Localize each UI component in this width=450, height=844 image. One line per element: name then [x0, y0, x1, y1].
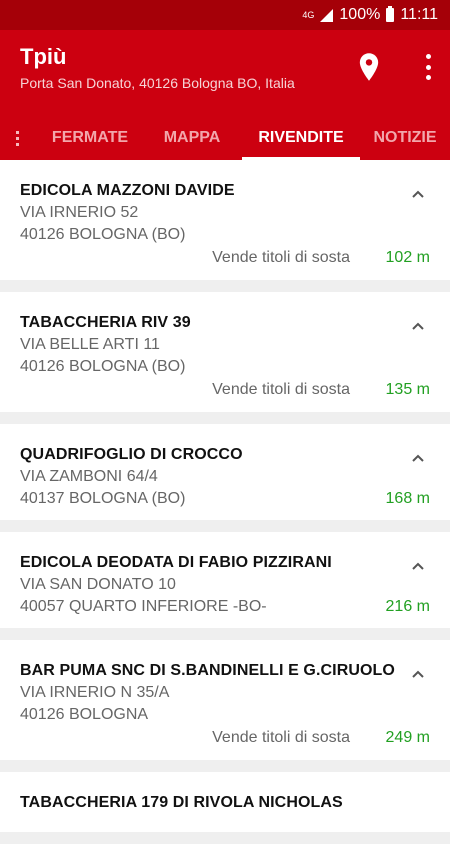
chevron-up-icon[interactable]: [412, 320, 424, 332]
list-item[interactable]: BAR PUMA SNC DI S.BANDINELLI E G.CIRUOLO…: [0, 640, 450, 760]
location-pin-icon[interactable]: [358, 52, 380, 82]
shop-distance: 249 m: [385, 729, 430, 746]
chevron-up-icon[interactable]: [412, 188, 424, 200]
tab-overflow-icon[interactable]: [0, 130, 26, 146]
shop-address: VIA IRNERIO 52: [20, 204, 139, 221]
shop-note: Vende titoli di sosta: [212, 729, 350, 746]
signal-icon: [320, 8, 334, 22]
shop-note: Vende titoli di sosta: [212, 381, 350, 398]
shop-address: VIA BELLE ARTI 11: [20, 336, 160, 353]
list-item[interactable]: TABACCHERIA 179 DI RIVOLA NICHOLAS: [0, 772, 450, 832]
shop-city: 40137 BOLOGNA (BO): [20, 490, 186, 507]
location-subtitle: Porta San Donato, 40126 Bologna BO, Ital…: [20, 75, 295, 91]
app-title: Tpiù: [20, 44, 67, 69]
shop-distance: 216 m: [385, 598, 430, 615]
shop-city: 40126 BOLOGNA (BO): [20, 226, 186, 243]
tab-notizie[interactable]: NOTIZIE: [360, 116, 450, 160]
shop-list: EDICOLA MAZZONI DAVIDE VIA IRNERIO 52 40…: [0, 160, 450, 844]
shop-address: VIA ZAMBONI 64/4: [20, 468, 158, 485]
more-options-icon[interactable]: [424, 54, 432, 80]
battery-percent: 100%: [339, 6, 381, 23]
shop-distance: 135 m: [385, 381, 430, 398]
shop-city: 40126 BOLOGNA: [20, 706, 149, 723]
status-bar: 4G 100% 11:11: [0, 0, 450, 30]
shop-address: VIA SAN DONATO 10: [20, 576, 176, 593]
shop-name: QUADRIFOGLIO DI CROCCO: [20, 446, 243, 463]
chevron-up-icon[interactable]: [412, 560, 424, 572]
clock: 11:11: [400, 6, 438, 23]
shop-address: VIA IRNERIO N 35/A: [20, 684, 170, 701]
chevron-up-icon[interactable]: [412, 668, 424, 680]
shop-name: EDICOLA MAZZONI DAVIDE: [20, 182, 235, 199]
shop-name: TABACCHERIA 179 DI RIVOLA NICHOLAS: [20, 794, 343, 811]
list-item[interactable]: QUADRIFOGLIO DI CROCCO VIA ZAMBONI 64/4 …: [0, 424, 450, 520]
battery-icon: [386, 6, 395, 22]
tab-mappa[interactable]: MAPPA: [142, 116, 242, 160]
shop-city: 40126 BOLOGNA (BO): [20, 358, 186, 375]
shop-distance: 168 m: [385, 490, 430, 507]
tab-rivendite[interactable]: RIVENDITE: [242, 116, 360, 160]
shop-distance: 102 m: [385, 249, 430, 266]
app-bar: Tpiù Porta San Donato, 40126 Bologna BO,…: [0, 30, 450, 160]
shop-note: Vende titoli di sosta: [212, 249, 350, 266]
shop-name: EDICOLA DEODATA DI FABIO PIZZIRANI: [20, 554, 332, 571]
shop-name: TABACCHERIA RIV 39: [20, 314, 191, 331]
chevron-up-icon[interactable]: [412, 452, 424, 464]
tab-fermate[interactable]: FERMATE: [38, 116, 142, 160]
list-item[interactable]: EDICOLA DEODATA DI FABIO PIZZIRANI VIA S…: [0, 532, 450, 628]
shop-city: 40057 QUARTO INFERIORE -BO-: [20, 598, 267, 615]
network-indicator: 4G: [302, 10, 315, 20]
tab-bar: FERMATE MAPPA RIVENDITE NOTIZIE: [0, 116, 450, 160]
list-item[interactable]: TABACCHERIA RIV 39 VIA BELLE ARTI 11 401…: [0, 292, 450, 412]
shop-name: BAR PUMA SNC DI S.BANDINELLI E G.CIRUOLO: [20, 662, 395, 679]
list-item[interactable]: EDICOLA MAZZONI DAVIDE VIA IRNERIO 52 40…: [0, 160, 450, 280]
